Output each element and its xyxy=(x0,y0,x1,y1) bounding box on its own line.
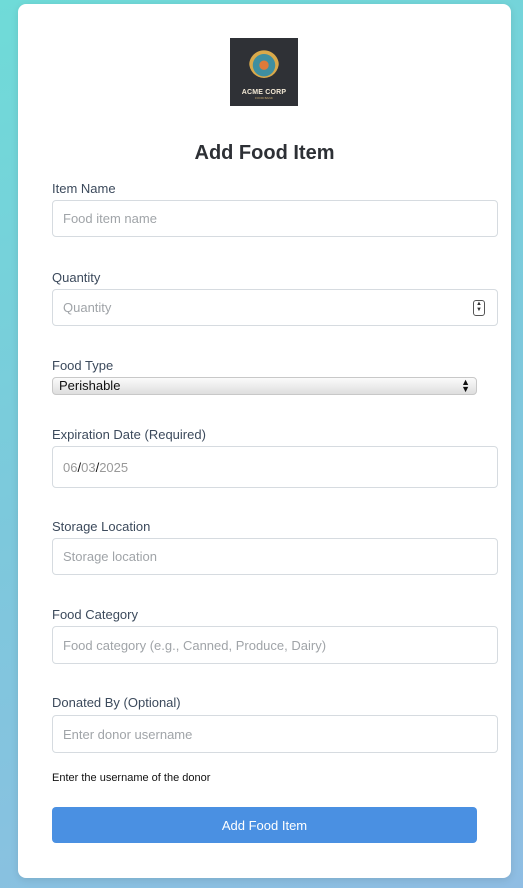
donor-placeholder: Enter donor username xyxy=(63,726,193,742)
logo-title: ACME CORP xyxy=(241,89,287,96)
donor-username-input[interactable]: Enter donor username xyxy=(52,715,498,753)
item-name-label: Item Name xyxy=(52,181,116,196)
logo-subtitle: FOOD BANK xyxy=(255,96,273,100)
date-year[interactable]: 2025 xyxy=(99,460,128,475)
item-name-placeholder: Food item name xyxy=(63,211,157,226)
food-type-value: Perishable xyxy=(59,378,121,393)
quantity-input[interactable]: Quantity ▲ ▼ xyxy=(52,289,498,326)
storage-location-input[interactable]: Storage location xyxy=(52,538,498,575)
date-day[interactable]: 03 xyxy=(81,460,95,475)
select-arrows-icon: ▲ ▼ xyxy=(461,377,470,394)
food-type-select[interactable]: Perishable ▲ ▼ xyxy=(52,377,477,395)
expiration-date-input[interactable]: 06/03/2025 xyxy=(52,446,498,488)
acme-food-bank-logo: ACME CORP FOOD BANK xyxy=(230,38,298,106)
expiration-label: Expiration Date (Required) xyxy=(52,427,206,442)
storage-placeholder: Storage location xyxy=(63,549,157,564)
item-name-input[interactable]: Food item name xyxy=(52,200,498,237)
food-category-input[interactable]: Food category (e.g., Canned, Produce, Da… xyxy=(52,626,498,664)
page-title: Add Food Item xyxy=(194,142,335,164)
logo-emblem-icon xyxy=(249,46,279,78)
storage-label: Storage Location xyxy=(52,519,151,534)
food-type-label: Food Type xyxy=(52,358,114,373)
date-month[interactable]: 06 xyxy=(63,460,77,475)
quantity-stepper-icon[interactable]: ▲ ▼ xyxy=(473,300,485,316)
quantity-placeholder: Quantity xyxy=(63,300,112,315)
donor-help-text: Enter the username of the donor xyxy=(52,772,211,784)
add-food-item-button[interactable]: Add Food Item xyxy=(52,807,477,843)
quantity-label: Quantity xyxy=(52,270,101,285)
category-placeholder: Food category (e.g., Canned, Produce, Da… xyxy=(63,637,327,653)
donor-label: Donated By (Optional) xyxy=(52,695,181,710)
form-card: ACME CORP FOOD BANK Add Food Item Item N… xyxy=(18,4,511,878)
category-label: Food Category xyxy=(52,607,138,622)
